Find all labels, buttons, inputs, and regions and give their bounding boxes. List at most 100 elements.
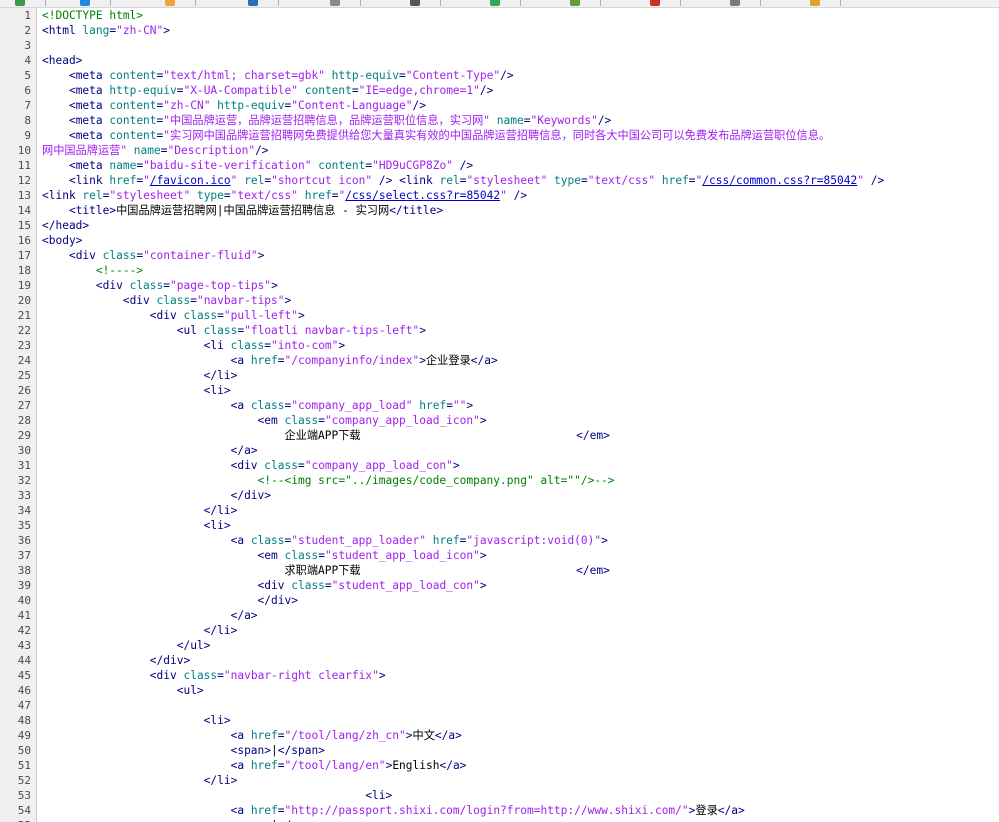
- code-line[interactable]: 7 <meta content="zh-CN" http-equiv="Cont…: [0, 98, 999, 113]
- code-editor[interactable]: 1 <!DOCTYPE html> 2 <html lang="zh-CN"> 3 4 <h…: [0, 8, 999, 822]
- code-text: <span>|</span>: [42, 818, 325, 822]
- code-line[interactable]: 34 </li>: [0, 503, 999, 518]
- code-line[interactable]: 49 <a href="/tool/lang/zh_cn">中文</a>: [0, 728, 999, 743]
- code-token[interactable]: /css/select.css?r=85042: [345, 189, 500, 202]
- code-line[interactable]: 8 <meta content="中国品牌运营，品牌运营招聘信息，品牌运营职位信…: [0, 113, 999, 128]
- code-line[interactable]: 22 <ul class="floatli navbar-tips-left">: [0, 323, 999, 338]
- line-number: 13: [17, 189, 31, 202]
- code-line[interactable]: 39 <div class="student_app_load_con">: [0, 578, 999, 593]
- code-line[interactable]: 19 <div class="page-top-tips">: [0, 278, 999, 293]
- code-line[interactable]: 48 <li>: [0, 713, 999, 728]
- line-number: 23: [17, 339, 31, 352]
- toolbar-icon[interactable]: [730, 0, 740, 6]
- code-line[interactable]: 30 </a>: [0, 443, 999, 458]
- code-line[interactable]: 40 </div>: [0, 593, 999, 608]
- code-line[interactable]: 25 </li>: [0, 368, 999, 383]
- code-line[interactable]: 55 <span>|</span>: [0, 818, 999, 822]
- code-line[interactable]: 13 <link rel="stylesheet" type="text/css"…: [0, 188, 999, 203]
- code-token: "student_app_load_con": [331, 579, 480, 592]
- toolbar-icon[interactable]: [330, 0, 340, 6]
- code-line[interactable]: 43 </ul>: [0, 638, 999, 653]
- toolbar-icon[interactable]: [570, 0, 580, 6]
- code-line[interactable]: 51 <a href="/tool/lang/en">English</a>: [0, 758, 999, 773]
- code-line[interactable]: 44 </div>: [0, 653, 999, 668]
- toolbar-icon[interactable]: [15, 0, 25, 6]
- code-line[interactable]: 24 <a href="/companyinfo/index">企业登录</a>: [0, 353, 999, 368]
- code-token[interactable]: /favicon.ico: [150, 174, 231, 187]
- code-token: </li>: [203, 504, 238, 517]
- code-line[interactable]: 6 <meta http-equiv = "X-UA-Compatible" con…: [0, 83, 999, 98]
- code-line[interactable]: 1 <!DOCTYPE html>: [0, 8, 999, 23]
- code-token: =: [351, 84, 359, 97]
- code-line[interactable]: 45 <div class="navbar-right clearfix">: [0, 668, 999, 683]
- code-line[interactable]: 15 </head>: [0, 218, 999, 233]
- code-text: </head>: [42, 218, 89, 233]
- line-number: 10: [17, 144, 31, 157]
- code-line[interactable]: 52 </li>: [0, 773, 999, 788]
- code-text: <div class="company_app_load_con">: [42, 458, 460, 473]
- code-line[interactable]: 18 <!---->: [0, 263, 999, 278]
- code-line[interactable]: 27 <a class="company_app_load" href="">: [0, 398, 999, 413]
- toolbar-icon[interactable]: [410, 0, 420, 6]
- code-text: 企业端APP下载 </em>: [42, 428, 609, 443]
- toolbar-icon[interactable]: [650, 0, 660, 6]
- code-line[interactable]: 50 <span>|</span>: [0, 743, 999, 758]
- code-line[interactable]: 23 <li class="into-com">: [0, 338, 999, 353]
- code-line[interactable]: 21 <div class="pull-left">: [0, 308, 999, 323]
- code-line[interactable]: 53 <li>: [0, 788, 999, 803]
- code-token: <title>: [68, 204, 117, 217]
- code-line[interactable]: 29 企业端APP下载 </em>: [0, 428, 999, 443]
- code-line[interactable]: 9 <meta content="实习网中国品牌运营招聘网免费提供给您大量真实有…: [0, 128, 999, 143]
- toolbar-icon[interactable]: [810, 0, 820, 6]
- toolbar-icon[interactable]: [165, 0, 175, 6]
- toolbar-separator: [760, 0, 761, 6]
- code-line[interactable]: 4 <head>: [0, 53, 999, 68]
- code-line[interactable]: 2 <html lang="zh-CN">: [0, 23, 999, 38]
- code-token: "baidu-site-verification": [143, 159, 319, 172]
- code-token: http-equiv: [217, 99, 285, 112]
- code-line[interactable]: 26 <li>: [0, 383, 999, 398]
- code-line[interactable]: 20 <div class="navbar-tips">: [0, 293, 999, 308]
- code-line[interactable]: 33 </div>: [0, 488, 999, 503]
- code-line[interactable]: 32 <!--<img src="../images/code_company.…: [0, 473, 999, 488]
- code-line[interactable]: 42 </li>: [0, 623, 999, 638]
- code-line[interactable]: 38 求职端APP下载 </em>: [0, 563, 999, 578]
- editor-toolbar: [0, 0, 999, 8]
- code-line[interactable]: 35 <li>: [0, 518, 999, 533]
- code-line[interactable]: 54 <a href="http://passport.shixi.com/lo…: [0, 803, 999, 818]
- code-line[interactable]: 31 <div class="company_app_load_con">: [0, 458, 999, 473]
- toolbar-icon[interactable]: [248, 0, 258, 6]
- code-line[interactable]: 47: [0, 698, 999, 713]
- code-line[interactable]: 28 <em class="company_app_load_icon">: [0, 413, 999, 428]
- code-line[interactable]: 37 <em class="student_app_load_icon">: [0, 548, 999, 563]
- code-line[interactable]: 3: [0, 38, 999, 53]
- code-line[interactable]: 5 <meta content = "text/html; charset=gbk"…: [0, 68, 999, 83]
- code-token: "Content-Language": [291, 99, 413, 112]
- code-token: href: [250, 354, 278, 367]
- code-line[interactable]: 11 <meta name="baidu-site-verification" …: [0, 158, 999, 173]
- code-line[interactable]: 41 </a>: [0, 608, 999, 623]
- code-token: <div: [122, 294, 157, 307]
- toolbar-icon[interactable]: [490, 0, 500, 6]
- code-token: <meta: [68, 99, 110, 112]
- code-text: <li>: [42, 713, 231, 728]
- line-number: 34: [17, 504, 31, 517]
- code-line[interactable]: 12 <link href="/favicon.ico" rel="shortc…: [0, 173, 999, 188]
- code-text: <div class="page-top-tips">: [42, 278, 278, 293]
- toolbar-separator: [110, 0, 111, 6]
- code-token: class: [203, 324, 238, 337]
- code-line[interactable]: 46 <ul>: [0, 683, 999, 698]
- code-token: "/tool/lang/zh_cn": [284, 729, 406, 742]
- code-line[interactable]: 36 <a class="student_app_loader" href="j…: [0, 533, 999, 548]
- code-token: <div: [257, 579, 292, 592]
- code-line[interactable]: 16 <body>: [0, 233, 999, 248]
- code-token[interactable]: /css/common.css?r=85042: [702, 174, 857, 187]
- code-line[interactable]: 10 网中国品牌运营" name="Description"/>: [0, 143, 999, 158]
- toolbar-icon[interactable]: [80, 0, 90, 6]
- code-token: "text/html; charset=gbk": [163, 69, 332, 82]
- code-line[interactable]: 17 <div class="container-fluid">: [0, 248, 999, 263]
- code-line[interactable]: 14 <title>中国品牌运营招聘网|中国品牌运营招聘信息 - 实习网</ti…: [0, 203, 999, 218]
